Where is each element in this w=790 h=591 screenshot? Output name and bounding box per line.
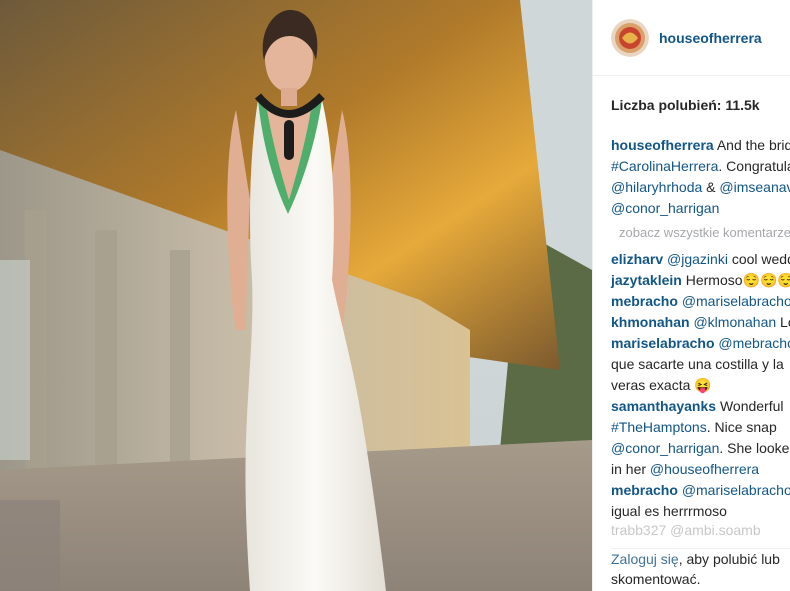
likes-count[interactable]: Liczba polubień: 11.5k bbox=[611, 97, 760, 113]
comment-line: veras exacta 😝 bbox=[611, 375, 790, 396]
comment-line: @conor_harrigan. She looked bbox=[611, 438, 790, 459]
comment-text: cool wedding bbox=[731, 251, 790, 267]
post-photo[interactable] bbox=[0, 0, 592, 591]
comment-item: mebracho @mariselabracho bbox=[611, 291, 790, 312]
comment-text: . Nice snap bbox=[706, 419, 777, 435]
partial-comment: trabb327 @ambi.soamb bbox=[611, 522, 761, 538]
comment-line: elizharv @jgazinki cool wedding bbox=[611, 249, 790, 270]
comment-mention[interactable]: @conor_harrigan bbox=[611, 440, 719, 456]
comment-mention[interactable]: @jgazinki bbox=[667, 251, 728, 267]
bride-photo-illustration bbox=[0, 0, 592, 591]
comment-line: mebracho @mariselabracho bbox=[611, 480, 790, 501]
comment-mention[interactable]: @conor_harrigan bbox=[611, 200, 719, 216]
comment-mention[interactable]: @mariselabracho bbox=[682, 293, 790, 309]
comment-item: mariselabracho @mebracho que sacarte una … bbox=[611, 333, 790, 396]
comment-mention[interactable]: @imseanavery bbox=[719, 179, 790, 195]
comment-mention[interactable]: @houseofherrera bbox=[650, 461, 759, 477]
comment-line: jazytaklein Hermoso😌😌😌 bbox=[611, 270, 790, 291]
comment-text: que sacarte una costilla y la bbox=[611, 356, 784, 372]
comment-text: Hermoso😌😌😌 bbox=[681, 272, 790, 288]
comments-list: houseofherrera And the bride#CarolinaHer… bbox=[611, 135, 790, 522]
login-prompt: Zaloguj się, aby polubić lub skomentować… bbox=[611, 548, 790, 589]
comment-mention[interactable]: @klmonahan bbox=[693, 314, 776, 330]
comment-text: Love bbox=[780, 314, 790, 330]
post-username[interactable]: houseofherrera bbox=[659, 30, 762, 46]
login-link[interactable]: Zaloguj się bbox=[611, 551, 679, 567]
comment-item: houseofherrera And the bride#CarolinaHer… bbox=[611, 135, 790, 219]
comment-mention[interactable]: @hilaryhrhoda bbox=[611, 179, 702, 195]
comment-line: mebracho @mariselabracho bbox=[611, 291, 790, 312]
comment-text: veras exacta 😝 bbox=[611, 377, 712, 393]
comment-line: khmonahan @klmonahan Love bbox=[611, 312, 790, 333]
comment-text: igual es herrrmoso bbox=[611, 503, 727, 519]
comment-author[interactable]: mebracho bbox=[611, 293, 678, 309]
comment-author[interactable]: mariselabracho bbox=[611, 335, 715, 351]
comment-line: @hilaryhrhoda & @imseanavery bbox=[611, 177, 790, 198]
comment-line: #CarolinaHerrera. Congratulations bbox=[611, 156, 790, 177]
post-sidebar: houseofherrera Liczba polubień: 11.5k ho… bbox=[592, 0, 790, 591]
comment-item: mebracho @mariselabracho igual es herrrmo… bbox=[611, 480, 790, 522]
comment-author[interactable]: mebracho bbox=[611, 482, 678, 498]
view-all-comments-link[interactable]: zobacz wszystkie komentarze bbox=[619, 222, 790, 243]
comment-text: . She looked bbox=[719, 440, 790, 456]
comment-item: khmonahan @klmonahan Love bbox=[611, 312, 790, 333]
comment-line: in her @houseofherrera bbox=[611, 459, 790, 480]
comment-author[interactable]: jazytaklein bbox=[611, 272, 682, 288]
comment-mention[interactable]: #CarolinaHerrera bbox=[611, 158, 718, 174]
comment-author[interactable]: khmonahan bbox=[611, 314, 690, 330]
comment-mention[interactable]: @mariselabracho bbox=[682, 482, 790, 498]
comment-line: igual es herrrmoso bbox=[611, 501, 790, 522]
comment-item: samanthayanks Wonderful #TheHamptons. Nic… bbox=[611, 396, 790, 480]
comment-item: jazytaklein Hermoso😌😌😌 bbox=[611, 270, 790, 291]
comment-text: Wonderful bbox=[716, 398, 784, 414]
comment-author[interactable]: samanthayanks bbox=[611, 398, 716, 414]
comment-mention[interactable]: #TheHamptons bbox=[611, 419, 707, 435]
comment-text: in her bbox=[611, 461, 650, 477]
user-avatar[interactable] bbox=[611, 18, 649, 57]
comment-mention[interactable]: @mebracho bbox=[718, 335, 790, 351]
comment-author[interactable]: elizharv bbox=[611, 251, 663, 267]
comment-author[interactable]: houseofherrera bbox=[611, 137, 714, 153]
comment-line: @conor_harrigan bbox=[611, 198, 790, 219]
brand-logo-avatar-icon bbox=[611, 18, 649, 57]
comment-line: mariselabracho @mebracho bbox=[611, 333, 790, 354]
comment-line: houseofherrera And the bride bbox=[611, 135, 790, 156]
comment-text: . Congratulations bbox=[718, 158, 790, 174]
comment-line: samanthayanks Wonderful bbox=[611, 396, 790, 417]
comment-text: And the bride bbox=[716, 137, 790, 153]
comment-line: que sacarte una costilla y la bbox=[611, 354, 790, 375]
comment-line: #TheHamptons. Nice snap bbox=[611, 417, 790, 438]
comment-text: & bbox=[702, 179, 720, 195]
post-header: houseofherrera bbox=[593, 0, 790, 76]
comment-item: elizharv @jgazinki cool wedding bbox=[611, 249, 790, 270]
